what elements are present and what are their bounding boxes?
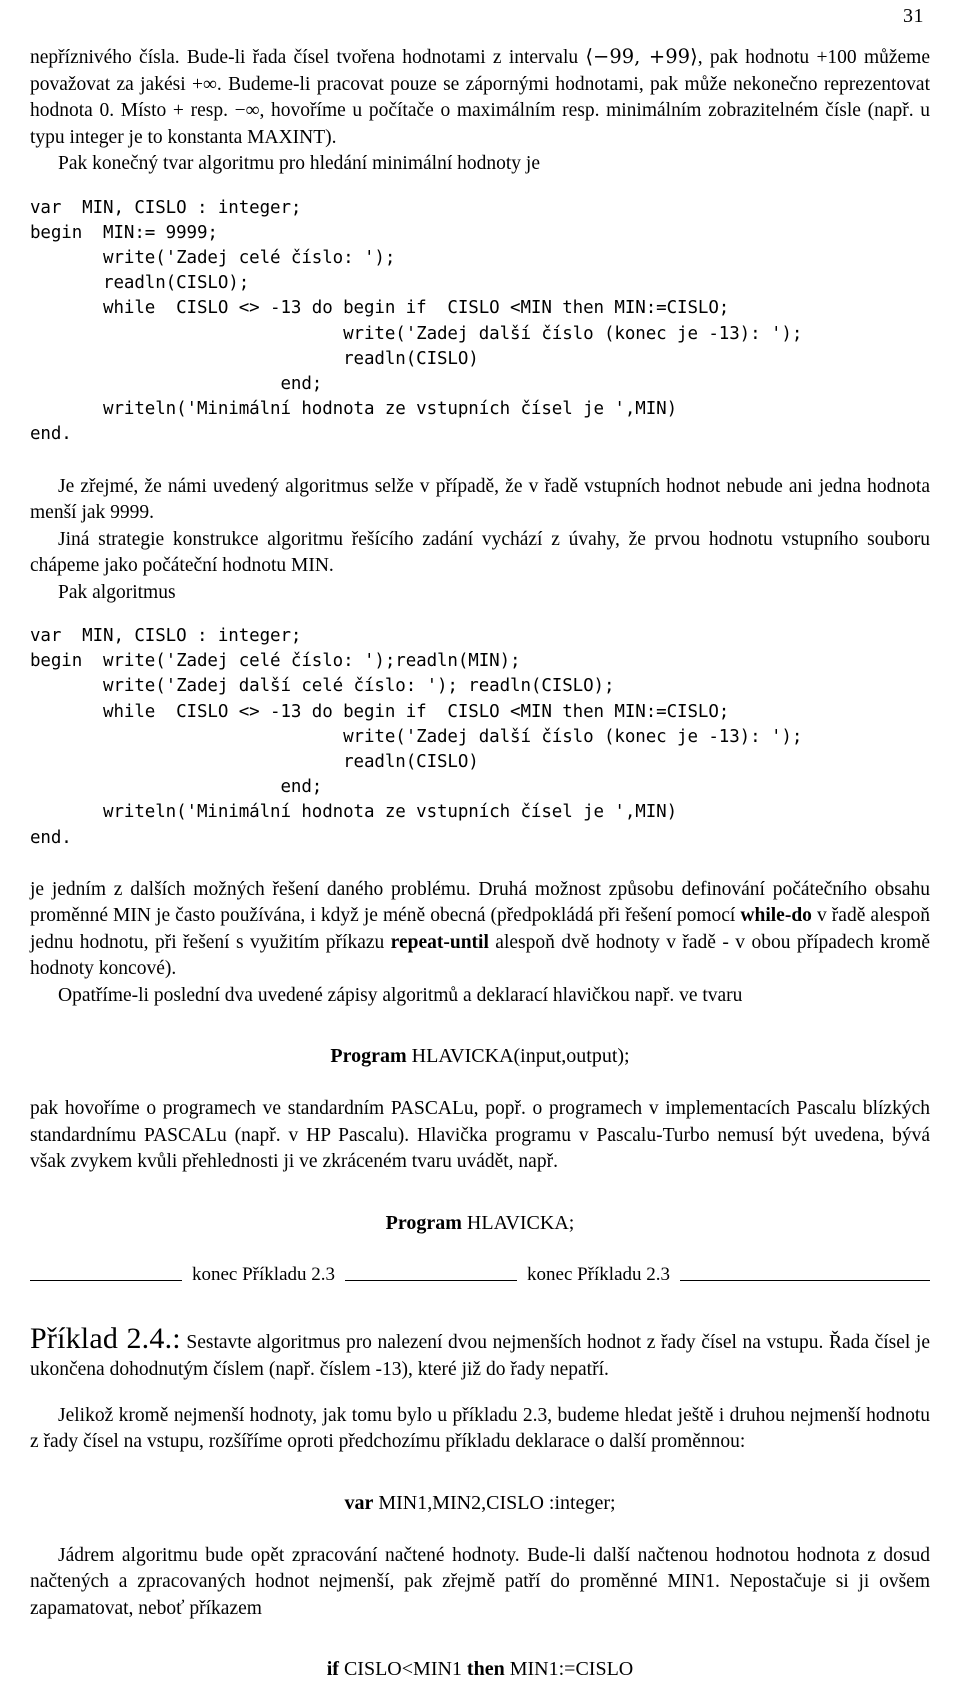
paragraph-jina-strategie: Jiná strategie konstrukce algoritmu řeší… [30,528,930,577]
paragraph-jelikoz: Jelikož kromě nejmenší hodnoty, jak tomu… [30,1404,930,1453]
paragraph-pak-algoritmus: Pak algoritmus [58,581,176,603]
paragraph-jadrem: Jádrem algoritmu bude opět zpracování na… [30,1544,930,1619]
code-block-algorithm-2: var MIN, CISLO : integer; begin write('Z… [30,626,803,848]
example-2-4-title: Příklad 2.4.: [30,1322,181,1356]
if-assignment: MIN1:=CISLO [504,1658,634,1681]
paragraph-intro: nepříznivého čísla. Bude-li řada čísel t… [30,44,930,151]
hlavicka-full-rest: HLAVICKA(input,output); [406,1045,630,1068]
keyword-then: then [466,1658,505,1681]
var-declaration-rest: MIN1,MIN2,CISLO :integer; [373,1491,616,1514]
document-body: nepříznivého čísla. Bude-li řada čísel t… [30,44,930,1683]
keyword-program: Program [330,1045,407,1068]
keyword-var: var [344,1491,374,1514]
display-var-declaration: var MIN1,MIN2,CISLO :integer; [30,1490,930,1517]
if-condition: CISLO<MIN1 [338,1658,467,1681]
separator-label-right: konec Příkladu 2.3 [527,1263,671,1285]
example-2-4-heading-block: Příklad 2.4.: Sestavte algoritmus pro na… [30,1324,930,1383]
keyword-program: Program [385,1211,462,1234]
page-number: 31 [903,5,924,27]
hlavicka-short-rest: HLAVICKA; [461,1211,575,1234]
paragraph-je-jednim: je jedním z dalších možných řešení danéh… [30,877,930,983]
intro-text-a: nepříznivého čísla. Bude-li řada čísel t… [30,47,586,68]
keyword-if: if [326,1658,339,1681]
paragraph-pak-konecny: Pak konečný tvar algoritmu pro hledání m… [58,153,540,174]
separator-rule-right [680,1280,930,1282]
paragraph-opatrime-li: Opatříme-li poslední dva uvedené zápisy … [58,984,743,1006]
separator-rule-left [30,1280,182,1282]
separator-label-left: konec Příkladu 2.3 [192,1263,336,1285]
separator-rule-middle [345,1280,518,1282]
code-block-algorithm-1: var MIN, CISLO : integer; begin MIN:= 99… [30,197,803,445]
keyword-while-do: while-do [740,905,812,927]
example-end-separator: konec Příkladu 2.3 konec Příkladu 2.3 [30,1263,930,1287]
display-program-hlavicka-short: Program HLAVICKA; [30,1210,930,1237]
paragraph-je-zrejme: Je zřejmé, že námi uvedený algoritmus se… [30,475,930,524]
document-page: 31 nepříznivého čísla. Bude-li řada číse… [0,0,960,1680]
keyword-repeat-until: repeat-until [390,931,489,953]
interval-notation: ⟨−99, +99⟩ [585,45,698,68]
display-program-hlavicka-full: Program HLAVICKA(input,output); [30,1043,930,1070]
paragraph-pak-hovorime: pak hovoříme o programech ve standardním… [30,1098,930,1173]
display-if-statement: if CISLO<MIN1 then MIN1:=CISLO [30,1656,930,1683]
